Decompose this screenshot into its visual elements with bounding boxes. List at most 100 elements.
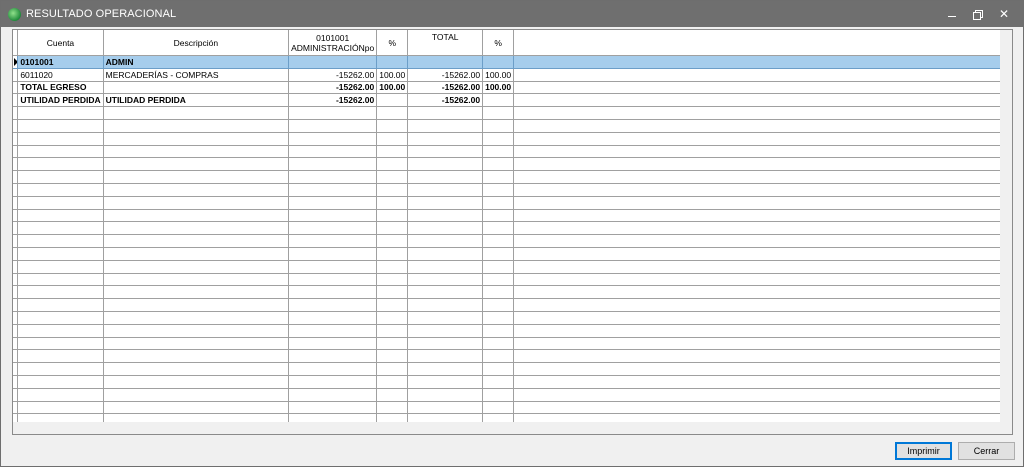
title-bar[interactable]: RESULTADO OPERACIONAL ✕ xyxy=(1,1,1023,27)
empty-cell xyxy=(288,170,378,184)
cell-pct1[interactable]: 100.00 xyxy=(376,68,409,82)
cell-cuenta[interactable]: TOTAL EGRESO xyxy=(17,81,104,95)
table-row[interactable]: TOTAL EGRESO -15262.00 100.00 -15262.00 100.… xyxy=(13,81,1001,95)
row-header[interactable] xyxy=(13,93,19,108)
empty-cell xyxy=(482,145,515,159)
empty-cell xyxy=(407,324,484,338)
cell-descripcion[interactable]: ADMIN xyxy=(103,55,290,69)
close-button[interactable]: Cerrar xyxy=(958,442,1015,460)
cell-admin[interactable]: -15262.00 xyxy=(288,93,378,108)
table-row[interactable]: 6011020 MERCADERÍAS - COMPRAS -15262.00 100… xyxy=(13,68,1001,82)
col-header-admin-name: ADMINISTRACIÓNpo xyxy=(291,42,375,53)
table-row[interactable]: UTILIDAD PERDIDA UTILIDAD PERDIDA -15262.0… xyxy=(13,93,1001,108)
col-header-cuenta[interactable]: Cuenta xyxy=(17,30,104,56)
cell-pct1[interactable] xyxy=(376,93,409,108)
restore-button[interactable] xyxy=(970,6,986,22)
empty-cell xyxy=(376,388,409,402)
minimize-button[interactable] xyxy=(944,6,960,22)
report-window: RESULTADO OPERACIONAL ✕ Cuenta Descripci… xyxy=(0,0,1024,467)
empty-cell xyxy=(513,119,1001,133)
current-row-arrow-icon xyxy=(14,58,17,66)
cell-pct1[interactable]: 100.00 xyxy=(376,81,409,95)
col-header-total[interactable]: TOTAL xyxy=(407,30,484,56)
vertical-scrollbar[interactable] xyxy=(1000,30,1012,423)
empty-cell xyxy=(513,285,1001,300)
row-header[interactable] xyxy=(13,55,19,69)
empty-cell xyxy=(17,132,104,146)
row-header xyxy=(13,273,19,287)
grid-viewport: Cuenta Descripción 0101001 ADMINISTRACIÓ… xyxy=(13,30,1001,434)
col-header-descripcion[interactable]: Descripción xyxy=(103,30,290,56)
empty-cell xyxy=(376,375,409,389)
row-header xyxy=(13,119,19,133)
empty-cell xyxy=(376,209,409,223)
minimize-icon xyxy=(948,16,956,17)
results-grid[interactable]: Cuenta Descripción 0101001 ADMINISTRACIÓ… xyxy=(12,29,1013,435)
row-header xyxy=(13,209,19,223)
cell-descripcion[interactable] xyxy=(103,81,290,95)
col-header-pct-total[interactable]: % xyxy=(482,30,515,56)
empty-cell xyxy=(407,119,484,133)
cell-total[interactable]: -15262.00 xyxy=(407,68,484,82)
empty-cell xyxy=(288,247,378,261)
cell-descripcion[interactable]: MERCADERÍAS - COMPRAS xyxy=(103,68,290,82)
row-header xyxy=(13,221,19,236)
row-header xyxy=(13,324,19,338)
empty-cell xyxy=(376,337,409,351)
row-header-corner xyxy=(13,30,19,56)
empty-row xyxy=(13,324,1001,338)
empty-cell xyxy=(288,145,378,159)
empty-cell xyxy=(482,247,515,261)
empty-cell xyxy=(376,298,409,312)
empty-cell xyxy=(407,196,484,210)
empty-cell xyxy=(482,388,515,402)
empty-cell xyxy=(482,170,515,184)
empty-row xyxy=(13,401,1001,415)
horizontal-scrollbar[interactable] xyxy=(13,422,1012,434)
table-row[interactable]: 0101001 ADMIN xyxy=(13,55,1001,69)
empty-cell xyxy=(513,401,1001,415)
cell-descripcion[interactable]: UTILIDAD PERDIDA xyxy=(103,93,290,108)
cell-cuenta[interactable]: 6011020 xyxy=(17,68,104,82)
empty-cell xyxy=(482,132,515,146)
empty-cell xyxy=(407,183,484,197)
row-header xyxy=(13,260,19,274)
col-header-administracion[interactable]: 0101001 ADMINISTRACIÓNpo xyxy=(288,30,378,56)
cell-pct2[interactable]: 100.00 xyxy=(482,81,515,95)
cell-total[interactable] xyxy=(407,55,484,69)
row-header[interactable] xyxy=(13,68,19,82)
cell-total[interactable]: -15262.00 xyxy=(407,93,484,108)
cell-pct2[interactable] xyxy=(482,55,515,69)
cell-pct2[interactable]: 100.00 xyxy=(482,68,515,82)
empty-cell xyxy=(17,273,104,287)
empty-cell xyxy=(482,324,515,338)
row-header[interactable] xyxy=(13,81,19,95)
empty-row xyxy=(13,349,1001,364)
empty-cell xyxy=(482,260,515,274)
empty-cell xyxy=(17,196,104,210)
cell-admin[interactable]: -15262.00 xyxy=(288,68,378,82)
cell-admin[interactable]: -15262.00 xyxy=(288,81,378,95)
cell-pct1[interactable] xyxy=(376,55,409,69)
row-header xyxy=(13,247,19,261)
empty-row xyxy=(13,145,1001,159)
empty-row xyxy=(13,362,1001,376)
close-window-button[interactable]: ✕ xyxy=(996,6,1012,22)
empty-cell xyxy=(376,260,409,274)
empty-cell xyxy=(376,349,409,364)
cell-cuenta[interactable]: 0101001 xyxy=(17,55,104,69)
cell-cuenta[interactable]: UTILIDAD PERDIDA xyxy=(17,93,104,108)
cell-total[interactable]: -15262.00 xyxy=(407,81,484,95)
empty-row xyxy=(13,273,1001,287)
cell-pct2[interactable] xyxy=(482,93,515,108)
cell-admin[interactable] xyxy=(288,55,378,69)
empty-cell xyxy=(513,324,1001,338)
col-header-pct-admin[interactable]: % xyxy=(376,30,409,56)
empty-cell xyxy=(513,388,1001,402)
row-header xyxy=(13,234,19,248)
print-button[interactable]: Imprimir xyxy=(895,442,952,460)
empty-row xyxy=(13,209,1001,223)
empty-cell xyxy=(288,106,378,120)
empty-cell xyxy=(17,349,104,364)
empty-cell xyxy=(288,337,378,351)
